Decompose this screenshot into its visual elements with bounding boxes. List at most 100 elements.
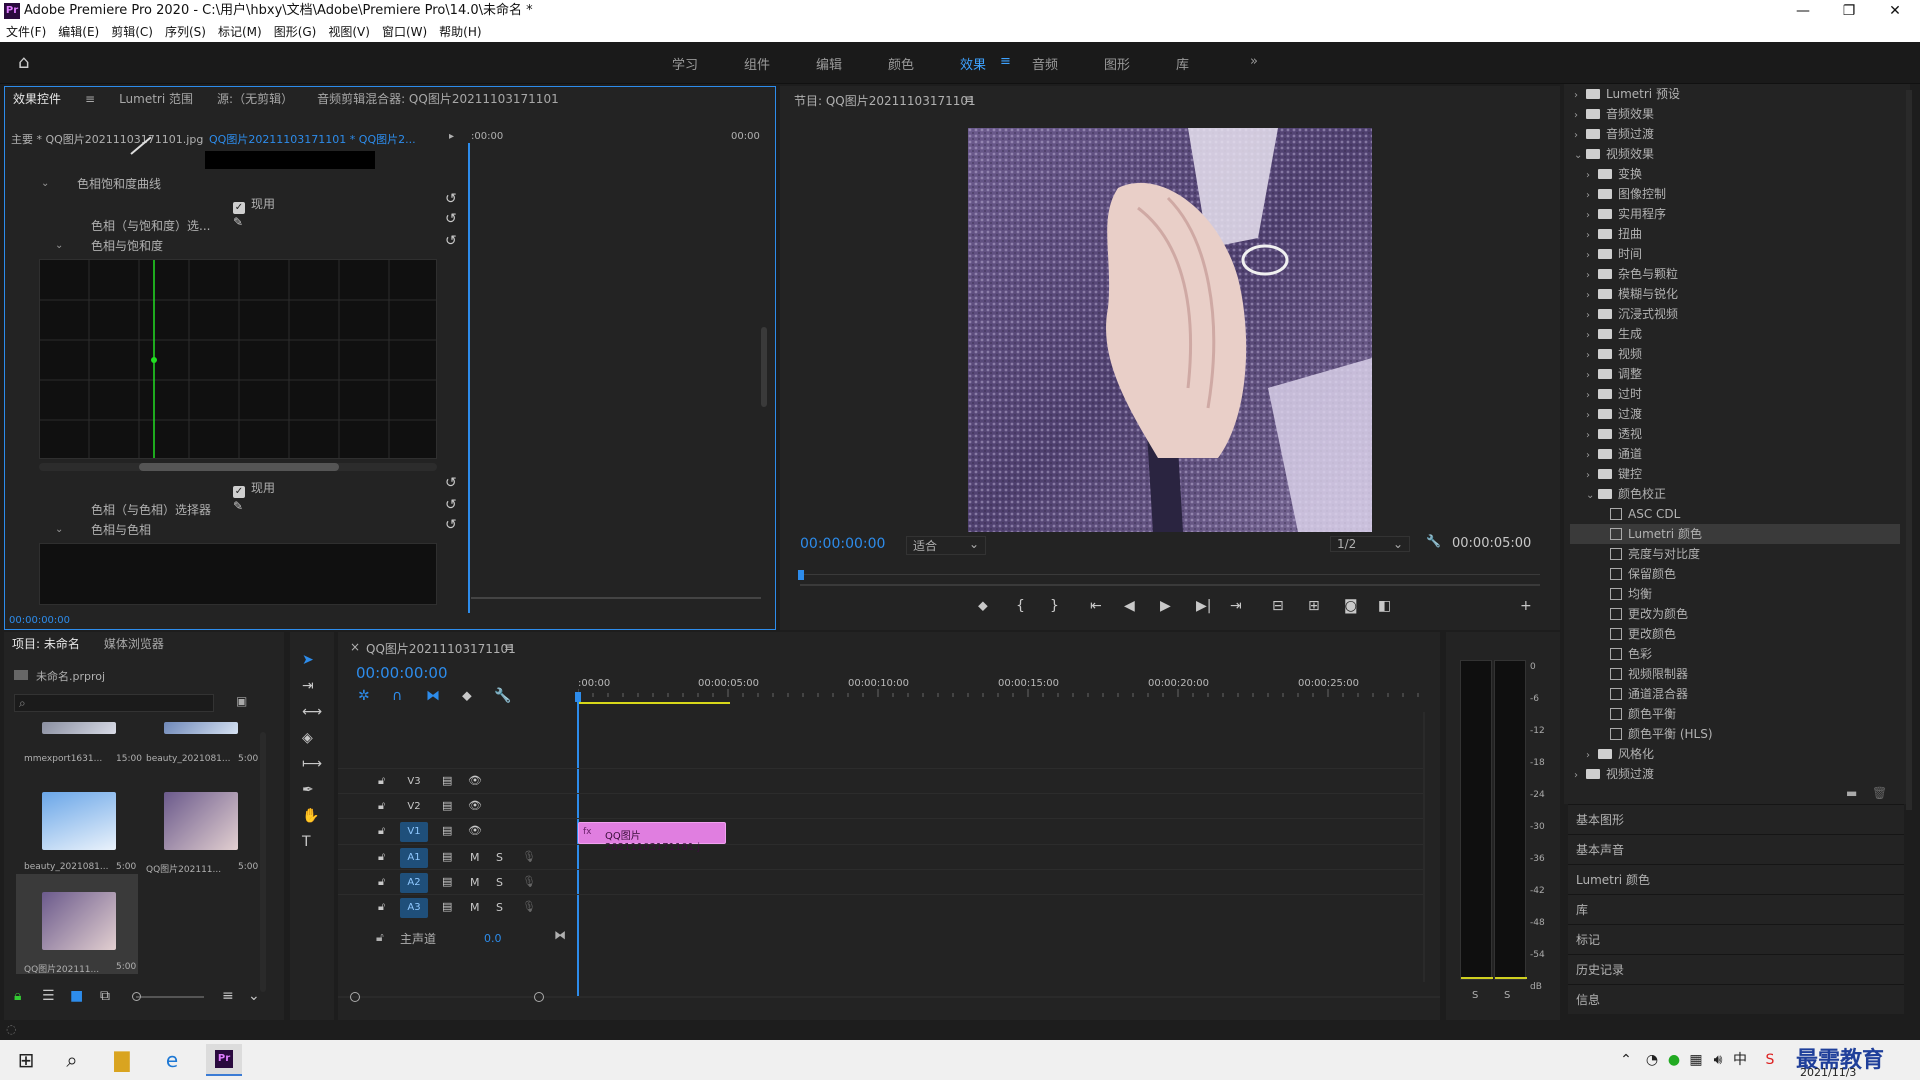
effects-folder[interactable]: › 视频 — [1570, 344, 1900, 364]
reset-icon[interactable]: ↺ — [445, 497, 457, 513]
nest-icon[interactable]: ✲ — [358, 688, 370, 704]
track-select-tool-icon[interactable]: ⇥ — [302, 678, 314, 694]
selection-tool-icon[interactable]: ➤ — [302, 652, 314, 668]
play-icon[interactable]: ▶ — [1160, 598, 1171, 614]
track-label[interactable]: V1 — [400, 822, 428, 842]
chevron-right-icon[interactable]: › — [1574, 766, 1586, 786]
chevron-right-icon[interactable]: › — [1586, 246, 1598, 266]
chevron-right-icon[interactable]: › — [1586, 166, 1598, 186]
track-header[interactable]: A1 — [400, 848, 428, 868]
freeform-view-icon[interactable]: ⧉ — [100, 988, 110, 1004]
effects-folder[interactable]: › 实用程序 — [1570, 204, 1900, 224]
maximize-button[interactable]: ❐ — [1826, 0, 1872, 22]
mute-button[interactable]: M — [470, 901, 480, 914]
chevron-right-icon[interactable]: › — [1586, 326, 1598, 346]
ime-icon[interactable]: 中 — [1728, 1048, 1752, 1072]
comparison-view-icon[interactable]: ◧ — [1378, 598, 1391, 614]
quality-dropdown[interactable]: 1/2 ⌄ — [1330, 536, 1410, 552]
new-bin-icon[interactable]: ▬ — [1846, 786, 1857, 800]
effects-scrollbar[interactable] — [1906, 90, 1912, 810]
effects-folder[interactable]: › 扭曲 — [1570, 224, 1900, 244]
workspace-tab[interactable]: 颜色 — [888, 54, 914, 73]
side-panel-tab[interactable]: 标记 — [1568, 924, 1904, 954]
wrench-icon[interactable]: 🔧 — [1426, 534, 1441, 548]
project-tab[interactable]: 媒体浏览器 — [104, 637, 164, 651]
program-zoom-bar[interactable] — [800, 584, 1540, 586]
windows-start-icon[interactable]: ⊞ — [14, 1048, 38, 1072]
chevron-right-icon[interactable]: › — [1586, 466, 1598, 486]
tray-chevron-icon[interactable]: ⌃ — [1614, 1048, 1638, 1072]
project-thumbnail[interactable] — [164, 792, 238, 850]
effects-folder[interactable]: › 音频效果 — [1570, 104, 1900, 124]
sequence-clip-label[interactable]: QQ图片20211103171101 * QQ图片2... — [209, 131, 416, 147]
track-lock-icon[interactable]: 🔓︎ — [378, 824, 385, 838]
close-button[interactable]: ✕ — [1872, 0, 1918, 22]
effect-item[interactable]: 均衡 — [1570, 584, 1900, 604]
timeline-scroll[interactable] — [338, 996, 1440, 998]
edge-icon[interactable]: e — [160, 1048, 184, 1072]
program-timecode[interactable]: 00:00:00:00 — [800, 536, 885, 552]
fit-dropdown[interactable]: 适合 ⌄ — [906, 536, 986, 555]
pen-tool-icon[interactable]: ✒ — [302, 782, 314, 798]
network-icon[interactable]: ▦ — [1684, 1048, 1708, 1072]
snap-icon[interactable]: ∩ — [392, 688, 402, 704]
effect-item[interactable]: 色彩 — [1570, 644, 1900, 664]
eyedropper-icon[interactable]: ✎ — [233, 499, 243, 513]
razor-tool-icon[interactable]: ◈ — [302, 730, 313, 746]
track-header[interactable]: V2 — [400, 797, 428, 817]
camera-icon[interactable]: ◙ — [1344, 598, 1358, 614]
chevron-right-icon[interactable]: › — [1586, 286, 1598, 306]
go-to-out-icon[interactable]: ⇥ — [1230, 598, 1242, 614]
track-label[interactable]: V2 — [400, 797, 428, 817]
effects-folder[interactable]: › 透视 — [1570, 424, 1900, 444]
chevron-right-icon[interactable]: › — [1586, 206, 1598, 226]
master-lock-icon[interactable]: 🔓︎ — [376, 930, 384, 945]
sync-lock-icon[interactable]: ▤ — [442, 875, 452, 888]
side-panel-tab[interactable]: 库 — [1568, 894, 1904, 924]
project-search-input[interactable]: ⌕ — [14, 694, 214, 712]
section-toggle-icon[interactable]: ⌄ — [41, 175, 49, 189]
menu-item[interactable]: 标记(M) — [212, 22, 268, 42]
mark-in-icon[interactable]: { — [1016, 598, 1025, 614]
effect-item[interactable]: 颜色平衡 (HLS) — [1570, 724, 1900, 744]
ec-zoom-bar[interactable] — [471, 597, 761, 599]
reset-icon[interactable]: ↺ — [445, 191, 457, 207]
search-icon[interactable]: ⌕ — [60, 1048, 84, 1072]
chevron-right-icon[interactable]: › — [1586, 346, 1598, 366]
effects-folder[interactable]: › 时间 — [1570, 244, 1900, 264]
workspace-menu-icon[interactable]: ≡ — [1000, 54, 1011, 69]
effect-item[interactable]: 颜色平衡 — [1570, 704, 1900, 724]
effects-folder[interactable]: › 过渡 — [1570, 404, 1900, 424]
effects-folder[interactable]: ⌄ 颜色校正 — [1570, 484, 1900, 504]
effect-item[interactable]: ASC CDL — [1570, 504, 1900, 524]
workspace-tab[interactable]: 图形 — [1104, 54, 1130, 73]
new-bin-icon[interactable]: ▣ — [236, 694, 247, 708]
hue-hue-curve-graph[interactable] — [39, 543, 437, 605]
chevron-right-icon[interactable]: › — [1586, 306, 1598, 326]
track-label[interactable]: V3 — [400, 772, 428, 792]
timeline-timecode[interactable]: 00:00:00:00 — [356, 664, 448, 682]
hue-hue-toggle-icon[interactable]: ⌄ — [55, 521, 63, 535]
track-label[interactable]: A2 — [400, 873, 428, 893]
track-lock-icon[interactable]: 🔓︎ — [378, 875, 385, 889]
step-back-icon[interactable]: ◀ — [1124, 598, 1135, 614]
effects-folder[interactable]: › 通道 — [1570, 444, 1900, 464]
chevron-right-icon[interactable]: › — [1574, 126, 1586, 146]
hue-sat-curve-graph[interactable] — [39, 259, 437, 459]
chevron-right-icon[interactable]: › — [1586, 266, 1598, 286]
sort-icon[interactable]: ≡ — [222, 988, 234, 1004]
effect-item[interactable]: 更改为颜色 — [1570, 604, 1900, 624]
mark-out-icon[interactable]: } — [1050, 598, 1059, 614]
effects-folder[interactable]: › 图像控制 — [1570, 184, 1900, 204]
side-panel-tab[interactable]: 基本声音 — [1568, 834, 1904, 864]
solo-right-button[interactable]: S — [1504, 990, 1510, 1001]
ec-tab[interactable]: 效果控件 — [13, 92, 61, 106]
sync-lock-icon[interactable]: ▤ — [442, 900, 452, 913]
reset-icon[interactable]: ↺ — [445, 233, 457, 249]
effect-item[interactable]: Lumetri 颜色 — [1570, 524, 1900, 544]
project-thumbnail[interactable] — [42, 792, 116, 850]
menu-item[interactable]: 窗口(W) — [376, 22, 433, 42]
effects-folder[interactable]: › 键控 — [1570, 464, 1900, 484]
icon-view-icon[interactable]: ■ — [70, 988, 83, 1004]
master-toggle-icon[interactable]: ⧓ — [554, 928, 566, 942]
